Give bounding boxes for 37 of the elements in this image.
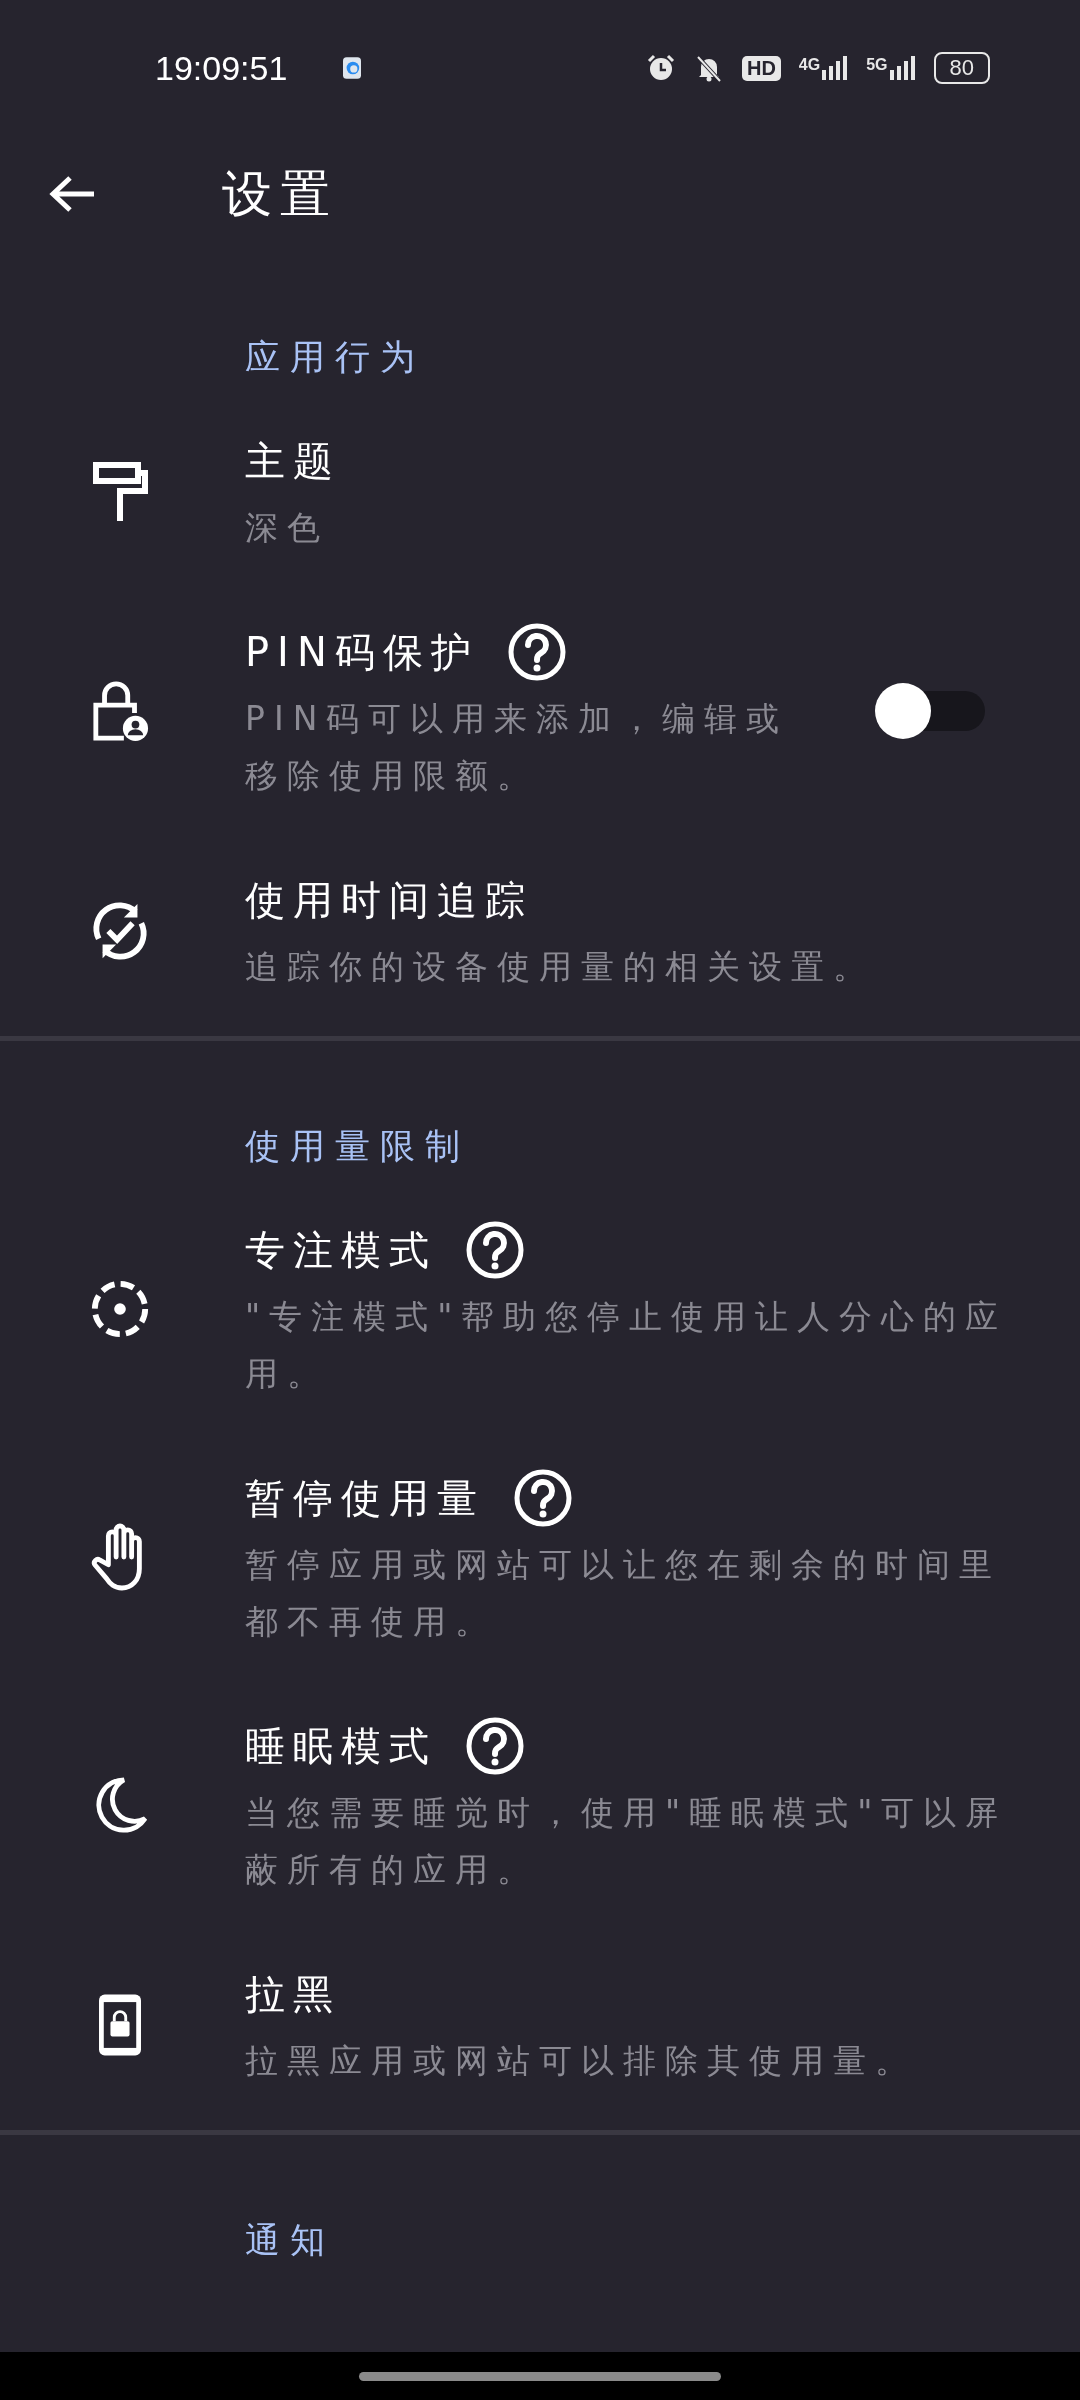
help-icon[interactable] — [465, 1220, 525, 1280]
setting-description: "专注模式"帮助您停止使用让人分心的应用。 — [245, 1296, 1009, 1395]
setting-title: 专注模式 — [245, 1225, 437, 1275]
setting-title: 拉黑 — [245, 1969, 341, 2019]
status-time: 19:09:51 — [155, 48, 288, 88]
section-header: 使用量限制 — [244, 1125, 471, 1168]
phone-lock-icon — [98, 1992, 141, 2057]
setting-title: 暂停使用量 — [245, 1473, 485, 1523]
alarm-icon — [645, 53, 676, 83]
setting-title: 睡眠模式 — [245, 1721, 437, 1771]
setting-description: 暂停应用或网站可以让您在剩余的时间里都不再使用。 — [245, 1544, 1002, 1643]
paint-roller-icon — [91, 461, 148, 522]
setting-description: 当您需要睡觉时，使用"睡眠模式"可以屏蔽所有的应用。 — [245, 1792, 1009, 1891]
back-arrow-icon[interactable] — [48, 174, 96, 214]
lock-person-icon — [90, 680, 149, 742]
page-title: 设置 — [222, 163, 338, 225]
setting-description: PIN码可以用来添加，编辑或移除使用限额。 — [245, 698, 790, 797]
network-label: 5G — [866, 56, 888, 74]
signal-icon — [889, 56, 916, 80]
setting-description: 深色 — [245, 507, 330, 549]
setting-title: 使用时间追踪 — [245, 875, 533, 925]
network-label: 4G — [798, 56, 821, 74]
setting-description: 追踪你的设备使用量的相关设置。 — [245, 946, 876, 988]
help-icon[interactable] — [513, 1468, 573, 1528]
toggle-switch[interactable] — [875, 683, 985, 739]
gesture-handle[interactable] — [359, 2371, 721, 2381]
section-header: 通知 — [244, 2219, 336, 2262]
signal-icon — [822, 56, 849, 80]
battery-indicator: 80 — [933, 52, 990, 84]
setting-description: 拉黑应用或网站可以排除其使用量。 — [245, 2040, 918, 2082]
hd-badge: HD — [741, 55, 781, 81]
help-icon[interactable] — [506, 622, 567, 682]
help-icon[interactable] — [465, 1716, 525, 1776]
setting-title: 主题 — [245, 436, 341, 486]
section-header: 应用行为 — [244, 336, 426, 379]
app-notification-icon — [343, 57, 362, 79]
setting-title: PIN码保护 — [245, 627, 479, 677]
